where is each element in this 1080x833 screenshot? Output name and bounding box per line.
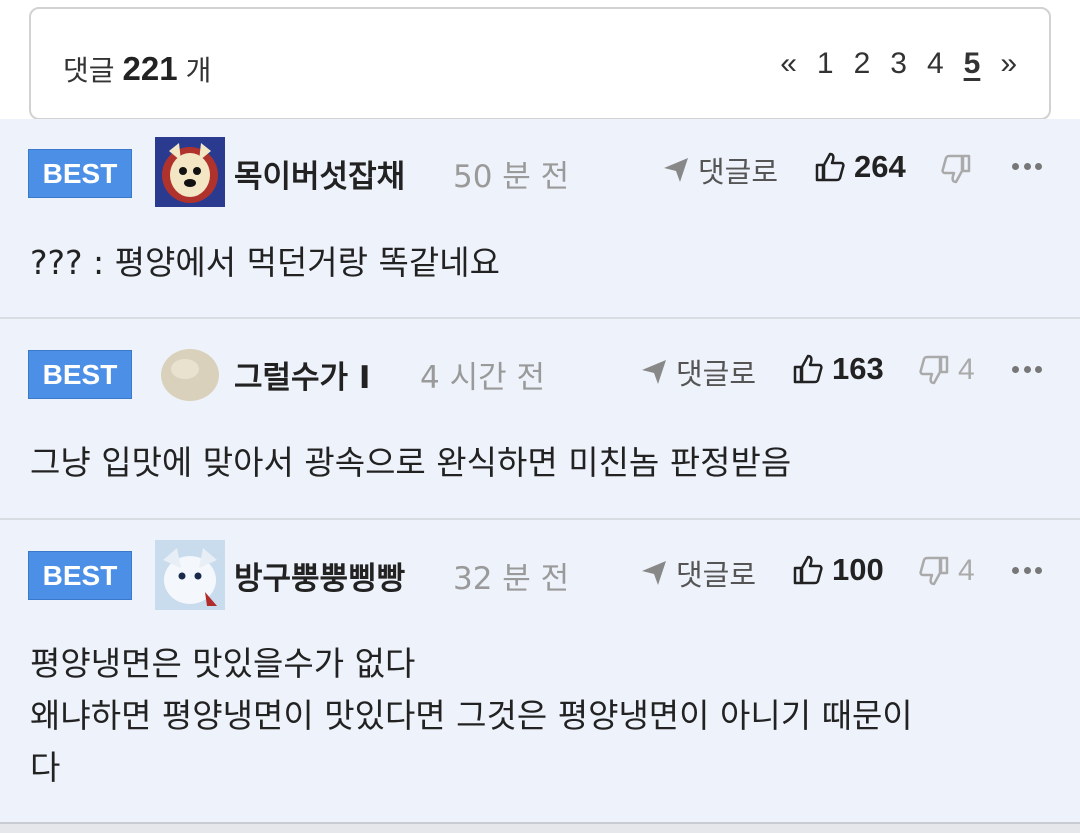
page-next-button[interactable]: » [1000, 47, 1017, 81]
comment-text: 그냥 입맛에 맞아서 광속으로 완식하면 미친놈 판정받음 [30, 443, 792, 482]
nickname[interactable]: 그럴수가 I [234, 352, 370, 397]
thumbs-up-icon [793, 354, 823, 384]
best-badge: BEST [28, 551, 132, 600]
avatar-image [155, 137, 225, 207]
reply-arrow-icon [664, 158, 688, 182]
like-button[interactable]: 100 [792, 552, 884, 588]
page-2-link[interactable]: 2 [854, 47, 871, 81]
reply-label: 댓글로 [676, 357, 757, 391]
like-count: 163 [832, 351, 884, 386]
comment-time: 4 시간 전 [420, 360, 545, 396]
reply-button[interactable]: 댓글로 [662, 149, 778, 191]
comment-time: 50 분 전 [453, 159, 570, 195]
more-dots-icon[interactable] [1012, 565, 1042, 575]
nickname[interactable]: 목이버섯잡채 [234, 151, 405, 196]
like-button[interactable]: 163 [792, 351, 884, 387]
reply-label: 댓글로 [676, 558, 757, 592]
like-count: 264 [854, 149, 906, 184]
comment-text: 평양냉면은 맛있을수가 없다 왜냐하면 평양냉면이 맛있다면 그것은 평양냉면이… [30, 644, 913, 787]
reply-button[interactable]: 댓글로 [640, 552, 756, 594]
thumbs-down-icon [941, 154, 971, 184]
page-4-link[interactable]: 4 [927, 47, 944, 81]
avatar-image [155, 540, 225, 610]
avatar[interactable] [155, 339, 225, 409]
comment-time: 32 분 전 [453, 561, 570, 597]
thumbs-up-icon [793, 555, 823, 585]
thumbs-up-icon [815, 152, 845, 182]
comment-count: 221 [122, 50, 178, 87]
comment-text: ??? : 평양에서 먹던거랑 똑같네요 [30, 243, 500, 282]
dislike-count: 4 [958, 554, 975, 587]
like-count: 100 [832, 552, 884, 587]
reply-button[interactable]: 댓글로 [640, 351, 756, 393]
more-dots-icon[interactable] [1012, 161, 1042, 171]
best-badge: BEST [28, 350, 132, 399]
comment-item: BEST 그럴수가 I 4 시간 전 댓글로 163 4 그냥 입맛에 맞아서 … [0, 319, 1080, 518]
page-3-link[interactable]: 3 [890, 47, 907, 81]
more-dots-icon[interactable] [1012, 364, 1042, 374]
avatar[interactable] [155, 540, 225, 610]
page-1-link[interactable]: 1 [817, 47, 834, 81]
comment-pager-box: 댓글 221 개 « 1 2 3 4 5 » [29, 7, 1051, 120]
thumbs-down-icon [919, 355, 949, 385]
comment-item: BEST 방구뿡뿡삥빵 32 분 전 댓글로 100 4 평양냉면은 맛있을수가… [0, 520, 1080, 822]
dislike-count: 4 [958, 353, 975, 386]
dislike-button[interactable] [940, 153, 980, 185]
bottom-edge [0, 822, 1080, 833]
comment-count-label: 댓글 221 개 [63, 49, 211, 89]
pagination: « 1 2 3 4 5 » [780, 47, 1017, 81]
best-badge: BEST [28, 149, 132, 198]
avatar[interactable] [155, 137, 225, 207]
page-5-current[interactable]: 5 [964, 47, 981, 81]
comment-count-suffix: 개 [185, 54, 212, 87]
dislike-button[interactable]: 4 [918, 353, 975, 387]
thumbs-down-icon [919, 556, 949, 586]
dislike-button[interactable]: 4 [918, 554, 975, 588]
nickname[interactable]: 방구뿡뿡삥빵 [234, 553, 405, 598]
page-prev-button[interactable]: « [780, 47, 797, 81]
reply-arrow-icon [642, 360, 666, 384]
reply-arrow-icon [642, 561, 666, 585]
comment-item: BEST 목이버섯잡채 50 분 전 댓글로 264 ??? : 평양에서 먹던… [0, 119, 1080, 317]
like-button[interactable]: 264 [814, 149, 906, 185]
avatar-image [155, 339, 225, 409]
reply-label: 댓글로 [698, 155, 779, 189]
comment-count-prefix: 댓글 [63, 54, 115, 87]
